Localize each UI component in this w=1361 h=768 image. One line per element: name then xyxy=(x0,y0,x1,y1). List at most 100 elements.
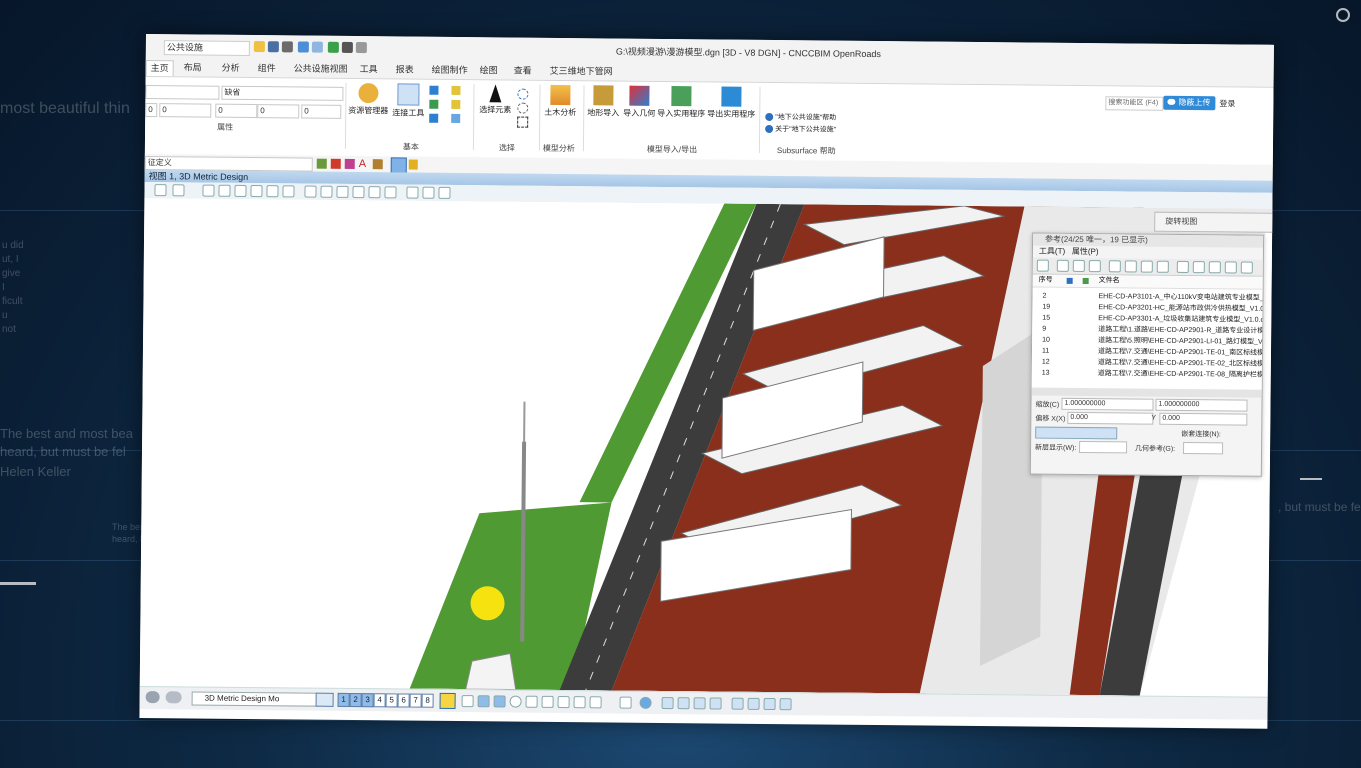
weight-field[interactable]: 0 xyxy=(159,103,212,118)
refresh-icon[interactable] xyxy=(639,696,652,709)
measure-icon[interactable] xyxy=(573,696,586,709)
cube-view-icon[interactable] xyxy=(677,697,690,710)
tool-icon[interactable] xyxy=(316,158,327,169)
view-tool-icon[interactable] xyxy=(202,184,215,197)
snap-toggle-icon[interactable] xyxy=(390,157,407,174)
tab-tools[interactable]: 工具 xyxy=(356,62,382,77)
connect-tools-button[interactable]: 连接工具 xyxy=(391,83,425,118)
menu-tools[interactable]: 工具(T) xyxy=(1039,247,1065,256)
center-icon[interactable] xyxy=(509,695,522,708)
select-element-button[interactable]: 选择元素 xyxy=(477,84,513,115)
cube-view-icon[interactable] xyxy=(731,697,744,710)
measure-icon[interactable] xyxy=(589,696,602,709)
draw-line-icon[interactable] xyxy=(493,695,506,708)
view-tool-icon[interactable] xyxy=(422,186,435,199)
cube-view-icon[interactable] xyxy=(709,697,722,710)
cube-view-icon[interactable] xyxy=(747,697,760,710)
open-icon[interactable] xyxy=(253,41,265,53)
about-link[interactable]: 关于"地下公共设施" xyxy=(775,124,836,135)
window-area-icon[interactable] xyxy=(250,185,263,198)
terrain-import-button[interactable]: 地形导入 xyxy=(585,85,621,118)
geo-ref-combo[interactable] xyxy=(1183,441,1224,455)
resource-manager-button[interactable]: 资源管理器 xyxy=(347,83,389,116)
tab-home[interactable]: 主页 xyxy=(145,59,174,77)
gear-icon[interactable] xyxy=(525,695,538,708)
view-button-3[interactable]: 3 xyxy=(361,693,374,708)
view-button-6[interactable]: 6 xyxy=(397,693,410,708)
select-block-icon[interactable] xyxy=(517,116,529,128)
civil-analysis-button[interactable]: 土木分析 xyxy=(541,84,579,118)
reference-tool-icon[interactable] xyxy=(1108,260,1121,273)
cube-view-icon[interactable] xyxy=(693,697,706,710)
view-tool-icon[interactable] xyxy=(172,184,185,197)
pin-icon[interactable] xyxy=(327,41,339,53)
select-lasso-icon[interactable] xyxy=(517,102,529,114)
import-geometry-button[interactable]: 导入几何 xyxy=(621,85,657,119)
attach-reference-icon[interactable] xyxy=(1056,259,1069,272)
close-icon[interactable] xyxy=(557,695,570,709)
view-button-8[interactable]: 8 xyxy=(421,693,434,708)
reference-tool-icon[interactable] xyxy=(1240,261,1253,274)
print-icon[interactable] xyxy=(341,41,353,53)
accudraw-icon[interactable] xyxy=(461,695,474,708)
rotate-view-icon[interactable] xyxy=(282,185,295,198)
text-tool-icon[interactable]: A xyxy=(359,158,369,170)
reference-tool-icon[interactable] xyxy=(1124,260,1137,273)
tool-icon[interactable] xyxy=(344,158,355,170)
tab-analysis[interactable]: 分析 xyxy=(218,61,244,76)
reference-tool-icon[interactable] xyxy=(1088,260,1101,273)
views-icon[interactable] xyxy=(315,692,334,707)
more-icon[interactable] xyxy=(355,42,367,54)
lock-icon[interactable] xyxy=(408,159,418,170)
cube-view-icon[interactable] xyxy=(661,696,674,710)
small-tool-icon[interactable] xyxy=(429,113,439,123)
zoom-out-icon[interactable] xyxy=(234,184,247,197)
transparency-field[interactable]: 0 xyxy=(301,104,342,119)
brush-icon[interactable] xyxy=(372,159,383,170)
tool-icon[interactable] xyxy=(330,158,341,169)
view-tool-icon[interactable] xyxy=(406,186,419,199)
view-button-5[interactable]: 5 xyxy=(385,693,398,708)
small-tool-icon[interactable] xyxy=(429,85,439,95)
undo-icon[interactable] xyxy=(297,41,309,53)
cloud-upload-button[interactable]: 隐蔽上传 xyxy=(1163,95,1216,111)
class-field[interactable]: 0 xyxy=(257,104,300,119)
scale-field-1[interactable]: 1.000000000 xyxy=(1061,397,1154,411)
reference-tool-icon[interactable] xyxy=(1072,259,1085,273)
workflow-combo[interactable]: 公共设施 xyxy=(163,40,250,56)
view-tool-icon[interactable] xyxy=(368,186,381,199)
draw-line-icon[interactable] xyxy=(477,695,490,708)
view-tool-icon[interactable] xyxy=(438,186,451,199)
save-icon[interactable] xyxy=(267,41,279,53)
style-field[interactable]: 0 xyxy=(215,103,258,119)
reference-tool-icon[interactable] xyxy=(1036,259,1049,272)
view-button-7[interactable]: 7 xyxy=(409,693,422,708)
level-dropdown[interactable] xyxy=(145,84,220,100)
tab-view[interactable]: 查看 xyxy=(510,63,536,78)
view-button-1[interactable]: 1 xyxy=(337,692,350,707)
cube-view-icon[interactable] xyxy=(763,697,776,711)
small-tool-icon[interactable] xyxy=(451,113,461,124)
ribbon-search-input[interactable]: 搜索功能区 (F4) xyxy=(1105,96,1164,111)
offset-x-field[interactable]: 0.000 xyxy=(1067,411,1154,425)
redo-icon[interactable] xyxy=(311,41,323,53)
reference-tool-icon[interactable] xyxy=(1224,261,1237,274)
col-seq[interactable]: 序号 xyxy=(1039,275,1053,287)
offset-y-field[interactable]: 0.000 xyxy=(1159,412,1248,426)
tab-layout[interactable]: 布局 xyxy=(180,60,206,75)
reference-tool-icon[interactable] xyxy=(1192,261,1205,274)
view-tool-icon[interactable] xyxy=(320,185,333,198)
color-field[interactable]: 0 xyxy=(145,102,158,118)
small-tool-icon[interactable] xyxy=(429,99,439,109)
zoom-in-icon[interactable] xyxy=(218,184,231,197)
select-circle-icon[interactable] xyxy=(517,88,529,100)
menu-properties[interactable]: 属性(P) xyxy=(1072,247,1099,256)
view-button-2[interactable]: 2 xyxy=(349,692,362,708)
login-link[interactable]: 登录 xyxy=(1219,98,1235,109)
view-tool-icon[interactable] xyxy=(352,185,365,199)
rotate-icon[interactable] xyxy=(541,695,554,708)
display-options-toolbar[interactable] xyxy=(1035,426,1118,440)
col-file[interactable]: 文件名 xyxy=(1099,275,1120,287)
small-tool-icon[interactable] xyxy=(451,99,461,110)
view-tool-icon[interactable] xyxy=(384,186,397,199)
